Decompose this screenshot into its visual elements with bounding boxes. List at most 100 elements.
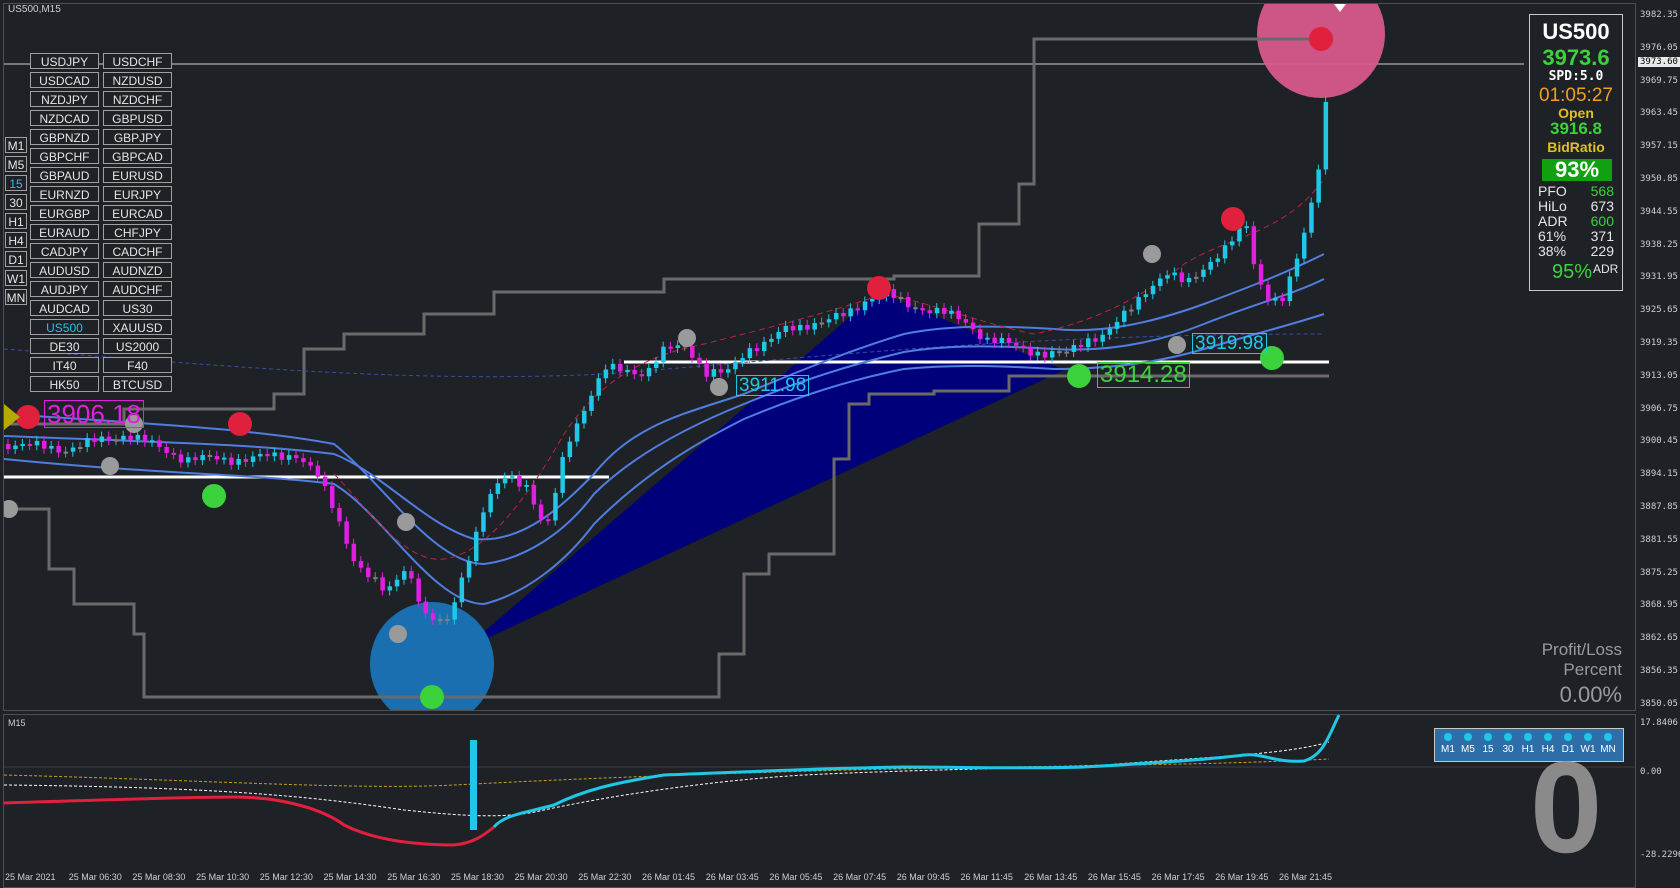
symbol-button-gbpchf[interactable]: GBPCHF: [30, 148, 99, 164]
candle-body: [1194, 276, 1199, 279]
time-axis-label: 25 Mar 06:30: [68, 872, 122, 882]
symbol-button-hk50[interactable]: HK50: [30, 376, 99, 392]
symbol-button-audchf[interactable]: AUDCHF: [103, 281, 172, 297]
symbol-button-usdchf[interactable]: USDCHF: [103, 53, 172, 69]
candle-body: [1050, 351, 1055, 358]
timeframe-button-m5[interactable]: M5: [5, 156, 27, 172]
oscillator-canvas[interactable]: [4, 715, 1636, 888]
symbol-button-us500[interactable]: US500: [30, 319, 99, 335]
timeframe-button-mn[interactable]: MN: [5, 289, 27, 305]
candle-body: [164, 446, 169, 453]
timeframe-button-h1[interactable]: H1: [5, 213, 27, 229]
symbol-button-eurnzd[interactable]: EURNZD: [30, 186, 99, 202]
candle-body: [1021, 345, 1026, 348]
oscillator-axis-label: 0.00: [1640, 767, 1662, 777]
symbol-button-eurjpy[interactable]: EURJPY: [103, 186, 172, 202]
symbol-button-nzdusd[interactable]: NZDUSD: [103, 72, 172, 88]
candle-body: [697, 357, 702, 364]
timeframe-button-d1[interactable]: D1: [5, 251, 27, 267]
info-open-value: 3916.8: [1550, 119, 1602, 138]
candle-body: [1165, 275, 1170, 279]
symbol-button-eurusd[interactable]: EURUSD: [103, 167, 172, 183]
candle-body: [826, 319, 832, 323]
time-axis-label: 25 Mar 08:30: [132, 872, 186, 882]
timeframe-button-30[interactable]: 30: [5, 194, 27, 210]
candle-body: [610, 363, 616, 370]
symbol-button-nzdchf[interactable]: NZDCHF: [103, 91, 172, 107]
time-axis-label: 26 Mar 05:45: [769, 872, 823, 882]
candle-body: [1208, 261, 1213, 270]
symbol-button-cadchf[interactable]: CADCHF: [103, 243, 172, 259]
candle-body: [1143, 294, 1149, 298]
symbol-button-nzdcad[interactable]: NZDCAD: [30, 110, 99, 126]
candle-body: [625, 369, 630, 372]
symbol-button-gbpaud[interactable]: GBPAUD: [30, 167, 99, 183]
main-price-chart[interactable]: [3, 3, 1636, 711]
symbol-button-audjpy[interactable]: AUDJPY: [30, 281, 99, 297]
symbol-button-gbpjpy[interactable]: GBPJPY: [103, 129, 172, 145]
symbol-button-audusd[interactable]: AUDUSD: [30, 262, 99, 278]
candle-body: [294, 455, 299, 459]
candle-body: [1114, 321, 1120, 329]
candle-body: [733, 361, 738, 370]
symbol-button-usdcad[interactable]: USDCAD: [30, 72, 99, 88]
symbol-button-xauusd[interactable]: XAUUSD: [103, 319, 172, 335]
symbol-button-nzdjpy[interactable]: NZDJPY: [30, 91, 99, 107]
symbol-button-gbpcad[interactable]: GBPCAD: [103, 148, 172, 164]
oscillator-panel[interactable]: [3, 714, 1636, 888]
time-axis-label: 26 Mar 15:45: [1087, 872, 1141, 882]
symbol-button-gbpusd[interactable]: GBPUSD: [103, 110, 172, 126]
candle-body: [466, 561, 472, 578]
candle-body: [740, 358, 745, 362]
timeframe-button-w1[interactable]: W1: [5, 270, 27, 286]
profit-loss-label-line2: Percent: [1563, 660, 1622, 679]
symbol-button-euraud[interactable]: EURAUD: [30, 224, 99, 240]
candle-body: [387, 586, 393, 591]
candle-body: [510, 476, 515, 479]
symbol-button-audnzd[interactable]: AUDNZD: [103, 262, 172, 278]
symbol-button-it40[interactable]: IT40: [30, 357, 99, 373]
candle-body: [898, 297, 904, 300]
neutral-signal-dot: [1168, 336, 1186, 354]
candle-body: [106, 436, 112, 441]
candle-body: [157, 440, 162, 447]
candle-body: [949, 310, 954, 314]
time-axis[interactable]: 25 Mar 2021 25 Mar 06:30 25 Mar 08:30 25 Ma…: [3, 870, 1636, 888]
symbol-button-eurgbp[interactable]: EURGBP: [30, 205, 99, 221]
symbol-button-chfjpy[interactable]: CHFJPY: [103, 224, 172, 240]
symbol-button-us30[interactable]: US30: [103, 300, 172, 316]
timeframe-button-m1[interactable]: M1: [5, 137, 27, 153]
timeframe-button-h4[interactable]: H4: [5, 232, 27, 248]
candle-body: [927, 310, 933, 314]
symbol-button-us2000[interactable]: US2000: [103, 338, 172, 354]
symbol-button-audcad[interactable]: AUDCAD: [30, 300, 99, 316]
symbol-button-f40[interactable]: F40: [103, 357, 172, 373]
candle-body: [1230, 241, 1235, 246]
info-stat-value: 673: [1590, 198, 1614, 214]
symbol-button-cadjpy[interactable]: CADJPY: [30, 243, 99, 259]
symbol-button-gbpnzd[interactable]: GBPNZD: [30, 129, 99, 145]
timeframe-button-15[interactable]: 15: [5, 175, 27, 191]
price-axis[interactable]: 3982.35 3976.05 3969.75 3963.45 3957.15 3950.…: [1636, 0, 1680, 888]
chart-window[interactable]: US500,M15 3906.18 3911.98 3914.28 3919.9…: [0, 0, 1680, 888]
symbol-button-btcusd[interactable]: BTCUSD: [103, 376, 172, 392]
candle-body: [1006, 338, 1012, 343]
candle-body: [747, 348, 753, 359]
candle-body: [322, 476, 328, 487]
symbol-button-eurcad[interactable]: EURCAD: [103, 205, 172, 221]
candle-body: [186, 457, 191, 463]
price-axis-label: 3919.35: [1640, 338, 1678, 348]
info-bidratio-value: 93%: [1542, 159, 1612, 181]
candle-body: [1266, 284, 1271, 301]
timeframe-status-label: 15: [1482, 744, 1494, 755]
candle-body: [27, 444, 33, 447]
price-chart-canvas[interactable]: [4, 4, 1636, 711]
symbol-button-usdjpy[interactable]: USDJPY: [30, 53, 99, 69]
candle-body: [999, 338, 1005, 343]
price-axis-label: 3938.25: [1640, 239, 1678, 250]
price-axis-label: 3906.75: [1640, 403, 1678, 414]
candle-body: [474, 531, 479, 562]
candle-body: [1093, 338, 1098, 342]
symbol-button-de30[interactable]: DE30: [30, 338, 99, 354]
candle-body: [596, 378, 601, 396]
